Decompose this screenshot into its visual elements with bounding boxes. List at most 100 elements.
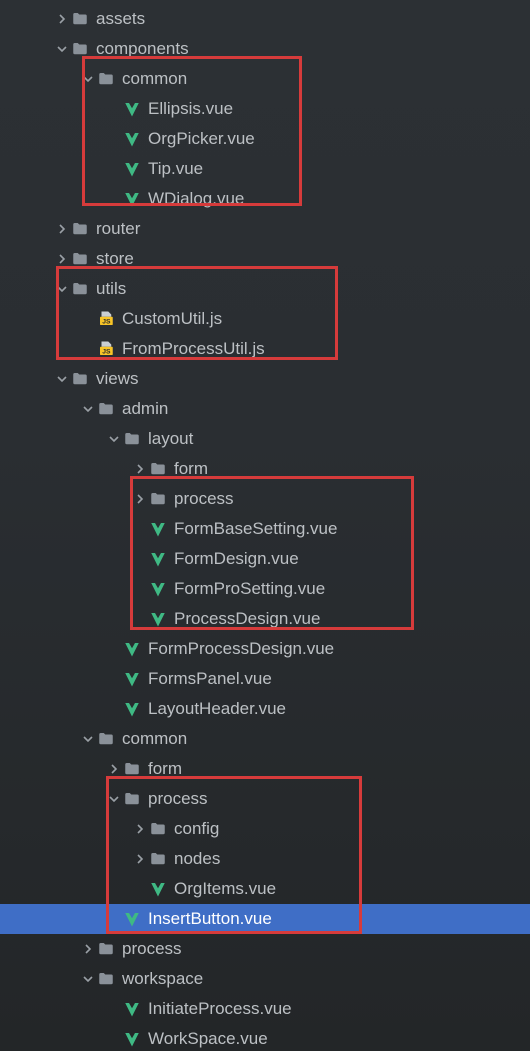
vue-icon: [122, 100, 142, 118]
vue-icon: [148, 610, 168, 628]
tree-item-label: WDialog.vue: [146, 184, 244, 214]
folder-icon: [148, 490, 168, 508]
tree-folder[interactable]: assets: [0, 4, 530, 34]
tree-item-label: process: [120, 934, 182, 964]
tree-folder[interactable]: workspace: [0, 964, 530, 994]
chevron-right-icon[interactable]: [134, 464, 146, 474]
tree-folder[interactable]: utils: [0, 274, 530, 304]
chevron-down-icon[interactable]: [82, 404, 94, 414]
tree-file[interactable]: OrgItems.vue: [0, 874, 530, 904]
js-icon: JS: [96, 340, 116, 358]
folder-icon: [122, 430, 142, 448]
tree-item-label: form: [172, 454, 208, 484]
tree-folder[interactable]: process: [0, 484, 530, 514]
vue-icon: [122, 910, 142, 928]
js-icon: JS: [96, 310, 116, 328]
chevron-right-icon[interactable]: [56, 224, 68, 234]
tree-folder[interactable]: nodes: [0, 844, 530, 874]
tree-folder[interactable]: process: [0, 784, 530, 814]
tree-item-label: workspace: [120, 964, 203, 994]
tree-file[interactable]: FormProcessDesign.vue: [0, 634, 530, 664]
chevron-right-icon[interactable]: [56, 14, 68, 24]
chevron-right-icon[interactable]: [134, 824, 146, 834]
tree-file[interactable]: JS FromProcessUtil.js: [0, 334, 530, 364]
chevron-right-icon[interactable]: [56, 254, 68, 264]
tree-folder[interactable]: layout: [0, 424, 530, 454]
folder-icon: [70, 220, 90, 238]
vue-icon: [148, 580, 168, 598]
file-tree: assetscomponentscommonEllipsis.vueOrgPic…: [0, 0, 530, 1051]
vue-icon: [122, 160, 142, 178]
tree-file[interactable]: InitiateProcess.vue: [0, 994, 530, 1024]
tree-item-label: FromProcessUtil.js: [120, 334, 265, 364]
tree-item-label: ProcessDesign.vue: [172, 604, 320, 634]
tree-file[interactable]: InsertButton.vue: [0, 904, 530, 934]
tree-file[interactable]: OrgPicker.vue: [0, 124, 530, 154]
tree-item-label: store: [94, 244, 134, 274]
vue-icon: [122, 700, 142, 718]
vue-icon: [148, 880, 168, 898]
folder-icon: [70, 370, 90, 388]
chevron-down-icon[interactable]: [82, 974, 94, 984]
tree-folder[interactable]: views: [0, 364, 530, 394]
chevron-down-icon[interactable]: [56, 374, 68, 384]
vue-icon: [122, 640, 142, 658]
tree-item-label: process: [146, 784, 208, 814]
tree-item-label: CustomUtil.js: [120, 304, 222, 334]
tree-file[interactable]: FormsPanel.vue: [0, 664, 530, 694]
tree-item-label: Ellipsis.vue: [146, 94, 233, 124]
tree-folder[interactable]: common: [0, 64, 530, 94]
tree-item-label: InsertButton.vue: [146, 904, 272, 934]
tree-item-label: form: [146, 754, 182, 784]
chevron-down-icon[interactable]: [108, 794, 120, 804]
folder-icon: [148, 850, 168, 868]
tree-file[interactable]: FormBaseSetting.vue: [0, 514, 530, 544]
chevron-down-icon[interactable]: [56, 284, 68, 294]
tree-folder[interactable]: config: [0, 814, 530, 844]
tree-folder[interactable]: form: [0, 754, 530, 784]
chevron-right-icon[interactable]: [108, 764, 120, 774]
tree-item-label: admin: [120, 394, 168, 424]
tree-item-label: config: [172, 814, 219, 844]
tree-folder[interactable]: process: [0, 934, 530, 964]
chevron-down-icon[interactable]: [82, 74, 94, 84]
tree-item-label: InitiateProcess.vue: [146, 994, 292, 1024]
tree-file[interactable]: JS CustomUtil.js: [0, 304, 530, 334]
tree-item-label: router: [94, 214, 140, 244]
vue-icon: [122, 1000, 142, 1018]
tree-file[interactable]: WorkSpace.vue: [0, 1024, 530, 1051]
chevron-down-icon[interactable]: [56, 44, 68, 54]
tree-folder[interactable]: admin: [0, 394, 530, 424]
tree-item-label: layout: [146, 424, 193, 454]
tree-folder[interactable]: form: [0, 454, 530, 484]
tree-file[interactable]: FormProSetting.vue: [0, 574, 530, 604]
tree-item-label: common: [120, 64, 187, 94]
tree-folder[interactable]: components: [0, 34, 530, 64]
chevron-right-icon[interactable]: [82, 944, 94, 954]
tree-item-label: views: [94, 364, 139, 394]
svg-text:JS: JS: [102, 349, 111, 356]
chevron-down-icon[interactable]: [108, 434, 120, 444]
tree-file[interactable]: Ellipsis.vue: [0, 94, 530, 124]
tree-folder[interactable]: common: [0, 724, 530, 754]
tree-folder[interactable]: store: [0, 244, 530, 274]
vue-icon: [148, 520, 168, 538]
folder-icon: [96, 400, 116, 418]
tree-folder[interactable]: router: [0, 214, 530, 244]
tree-file[interactable]: WDialog.vue: [0, 184, 530, 214]
chevron-down-icon[interactable]: [82, 734, 94, 744]
chevron-right-icon[interactable]: [134, 494, 146, 504]
folder-icon: [70, 10, 90, 28]
tree-file[interactable]: LayoutHeader.vue: [0, 694, 530, 724]
chevron-right-icon[interactable]: [134, 854, 146, 864]
folder-icon: [122, 790, 142, 808]
tree-file[interactable]: FormDesign.vue: [0, 544, 530, 574]
folder-icon: [96, 970, 116, 988]
tree-item-label: OrgItems.vue: [172, 874, 276, 904]
folder-icon: [96, 940, 116, 958]
tree-item-label: common: [120, 724, 187, 754]
tree-file[interactable]: Tip.vue: [0, 154, 530, 184]
folder-icon: [70, 250, 90, 268]
folder-icon: [96, 70, 116, 88]
tree-file[interactable]: ProcessDesign.vue: [0, 604, 530, 634]
